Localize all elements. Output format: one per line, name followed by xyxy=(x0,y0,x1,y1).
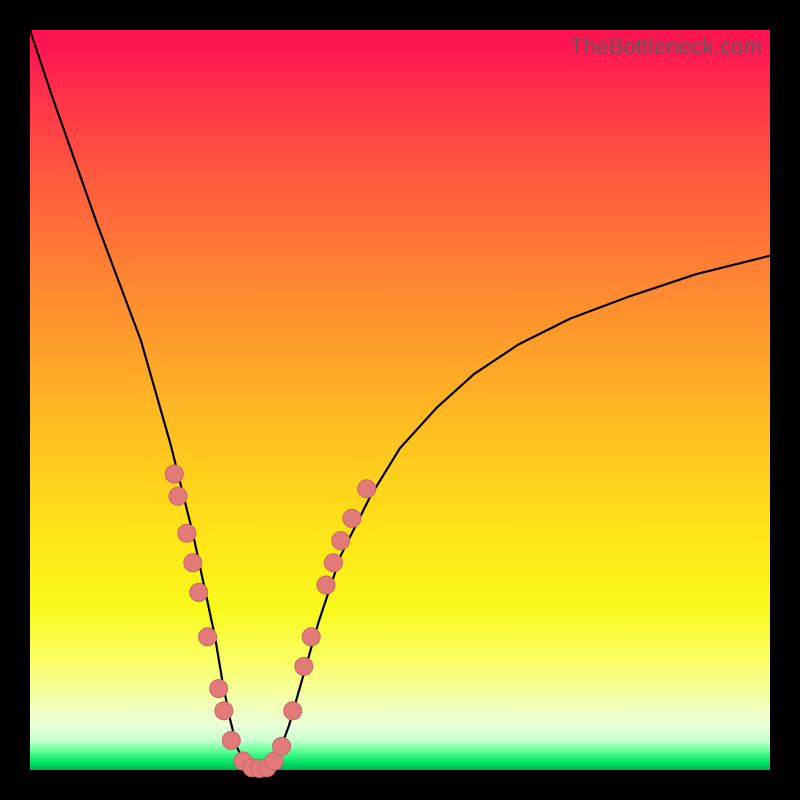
curve-marker xyxy=(358,480,376,498)
curve-svg xyxy=(30,30,770,770)
curve-marker xyxy=(273,737,291,755)
bottleneck-curve-path xyxy=(30,30,770,770)
curve-marker xyxy=(324,554,342,572)
curve-marker xyxy=(332,532,350,550)
curve-marker xyxy=(284,702,302,720)
curve-marker xyxy=(178,524,196,542)
curve-marker xyxy=(199,628,217,646)
chart-frame: TheBottleneck.com xyxy=(0,0,800,800)
curve-marker xyxy=(184,554,202,572)
curve-marker xyxy=(210,680,228,698)
curve-marker xyxy=(317,576,335,594)
curve-marker xyxy=(295,657,313,675)
curve-marker xyxy=(165,465,183,483)
curve-markers xyxy=(165,465,375,778)
curve-marker xyxy=(215,702,233,720)
plot-area: TheBottleneck.com xyxy=(30,30,770,770)
curve-marker xyxy=(222,731,240,749)
curve-marker xyxy=(343,509,361,527)
curve-marker xyxy=(190,583,208,601)
curve-marker xyxy=(302,628,320,646)
curve-marker xyxy=(169,487,187,505)
